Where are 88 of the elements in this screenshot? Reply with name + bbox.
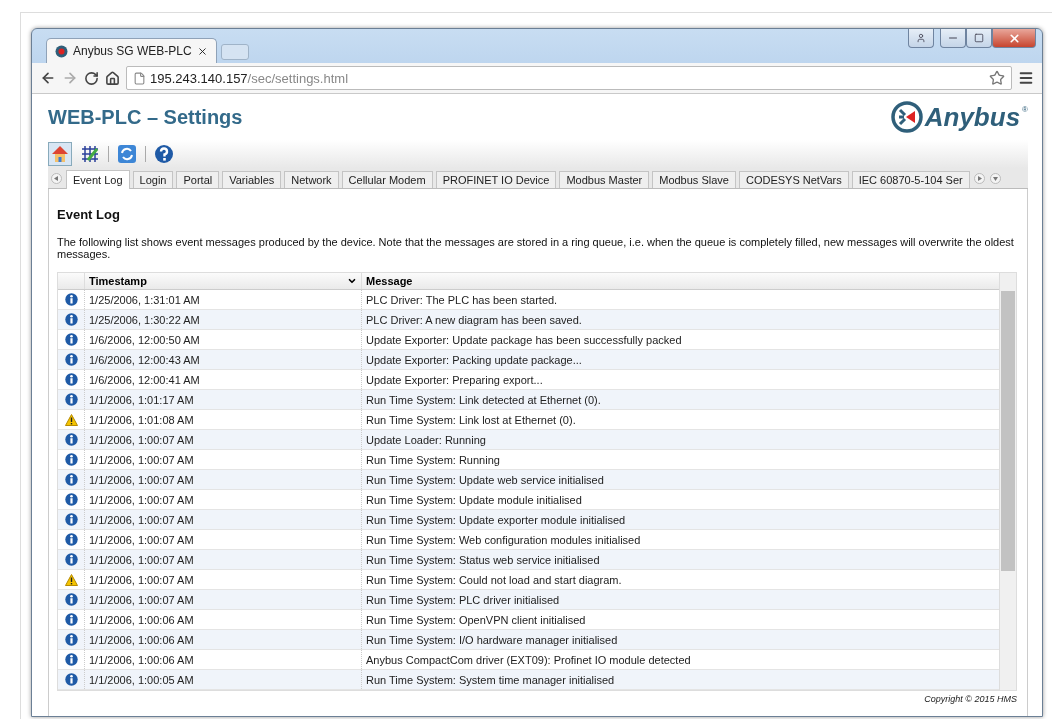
tab[interactable]: Variables	[222, 171, 282, 188]
table-cell: 1/1/2006, 1:00:07 AM	[84, 510, 361, 529]
left-triangle-icon	[54, 176, 59, 181]
section-description: The following list shows event messages produced by the device. Note that the messages are stored in a ring queue, i.e. when the queue is completely filled, new messages will overwrite the oldest messages.	[57, 236, 1015, 260]
table-cell: 1/1/2006, 1:00:07 AM	[84, 530, 361, 549]
close-icon	[1007, 31, 1021, 45]
help-button[interactable]	[152, 142, 176, 166]
minimize-button[interactable]	[940, 29, 966, 48]
page-title: WEB-PLC – Settings	[48, 105, 243, 129]
info-icon	[64, 473, 78, 486]
info-icon	[64, 553, 78, 566]
tab[interactable]: IEC 60870-5-104 Ser	[851, 171, 970, 188]
info-icon	[64, 593, 78, 606]
table-cell: 1/1/2006, 1:00:06 AM	[84, 630, 361, 649]
page-icon	[133, 71, 146, 85]
copyright-text: Copyright © 2015 HMS	[924, 694, 1017, 704]
tab[interactable]: PROFINET IO Device	[435, 171, 557, 188]
maximize-button[interactable]	[966, 29, 992, 48]
logo-icon	[890, 101, 923, 133]
info-icon	[64, 513, 78, 526]
tab[interactable]: Portal	[176, 171, 220, 188]
star-icon[interactable]	[989, 70, 1005, 86]
table-cell: 1/1/2006, 1:00:05 AM	[84, 670, 361, 689]
user-button[interactable]	[908, 29, 934, 48]
table-cell: 1/1/2006, 1:00:07 AM	[84, 430, 361, 449]
info-icon	[64, 333, 78, 346]
table-cell: 1/25/2006, 1:31:01 AM	[84, 290, 361, 309]
tab[interactable]: Modbus Master	[559, 171, 650, 188]
info-icon	[64, 293, 78, 306]
close-button[interactable]	[992, 29, 1036, 48]
column-header[interactable]: Timestamp	[84, 273, 361, 289]
warning-icon	[64, 573, 78, 586]
info-icon	[64, 673, 78, 686]
tab[interactable]: Modbus Slave	[652, 171, 736, 188]
table-cell: 1/1/2006, 1:01:17 AM	[84, 390, 361, 409]
table-cell: 1/6/2006, 12:00:50 AM	[84, 330, 361, 349]
info-icon	[64, 433, 78, 446]
home-button[interactable]	[105, 70, 120, 86]
info-icon	[64, 393, 78, 406]
scrollbar[interactable]	[999, 273, 1016, 690]
tab[interactable]: Network	[284, 171, 339, 188]
info-icon	[64, 493, 78, 506]
table-cell: 1/1/2006, 1:01:08 AM	[84, 410, 361, 429]
table-cell: 1/6/2006, 12:00:43 AM	[84, 350, 361, 369]
tab-title: Anybus SG WEB-PLC	[73, 44, 192, 58]
menu-button[interactable]	[1018, 70, 1034, 86]
info-icon	[64, 313, 78, 326]
back-button[interactable]	[40, 70, 56, 86]
right-triangle-icon	[976, 176, 982, 181]
table-cell: 1/1/2006, 1:00:07 AM	[84, 570, 361, 589]
info-icon	[64, 653, 78, 666]
table-cell: 1/1/2006, 1:00:06 AM	[84, 650, 361, 669]
sort-icon	[347, 276, 357, 286]
info-icon	[64, 353, 78, 366]
refresh-button[interactable]	[115, 142, 139, 166]
table-cell: 1/1/2006, 1:00:07 AM	[84, 470, 361, 489]
info-icon	[64, 453, 78, 466]
table-cell: 1/1/2006, 1:00:06 AM	[84, 610, 361, 629]
tab[interactable]: Login	[132, 171, 174, 188]
registered-mark: ®	[1022, 105, 1028, 114]
table-cell: 1/1/2006, 1:00:07 AM	[84, 590, 361, 609]
logo-text: Anybus	[924, 101, 1021, 133]
info-icon	[64, 633, 78, 646]
info-icon	[64, 613, 78, 626]
scroll-left-button[interactable]	[51, 173, 62, 184]
table-cell: 1/25/2006, 1:30:22 AM	[84, 310, 361, 329]
table-cell: 1/6/2006, 12:00:41 AM	[84, 370, 361, 389]
tab[interactable]: Cellular Modem	[341, 171, 433, 188]
down-triangle-icon	[992, 176, 998, 181]
address-bar[interactable]: 195.243.140.157/sec/settings.html	[126, 66, 1012, 90]
info-icon	[64, 373, 78, 386]
table-cell: 1/1/2006, 1:00:07 AM	[84, 550, 361, 569]
maximize-icon	[974, 33, 984, 43]
section-heading: Event Log	[57, 207, 121, 222]
warning-icon	[64, 413, 78, 426]
table-cell: 1/1/2006, 1:00:07 AM	[84, 490, 361, 509]
reload-button[interactable]	[84, 70, 99, 86]
browser-tab[interactable]: Anybus SG WEB-PLC	[46, 38, 217, 63]
forward-button[interactable]	[62, 70, 78, 86]
tab[interactable]: Event Log	[66, 170, 130, 189]
tab[interactable]: CODESYS NetVars	[738, 171, 849, 188]
table-cell: 1/1/2006, 1:00:07 AM	[84, 450, 361, 469]
logo-icon	[55, 44, 68, 58]
tab-list-button[interactable]	[989, 173, 1001, 184]
scroll-right-button[interactable]	[973, 173, 985, 184]
info-icon	[64, 533, 78, 546]
user-icon	[916, 33, 926, 43]
close-icon[interactable]	[196, 45, 208, 57]
